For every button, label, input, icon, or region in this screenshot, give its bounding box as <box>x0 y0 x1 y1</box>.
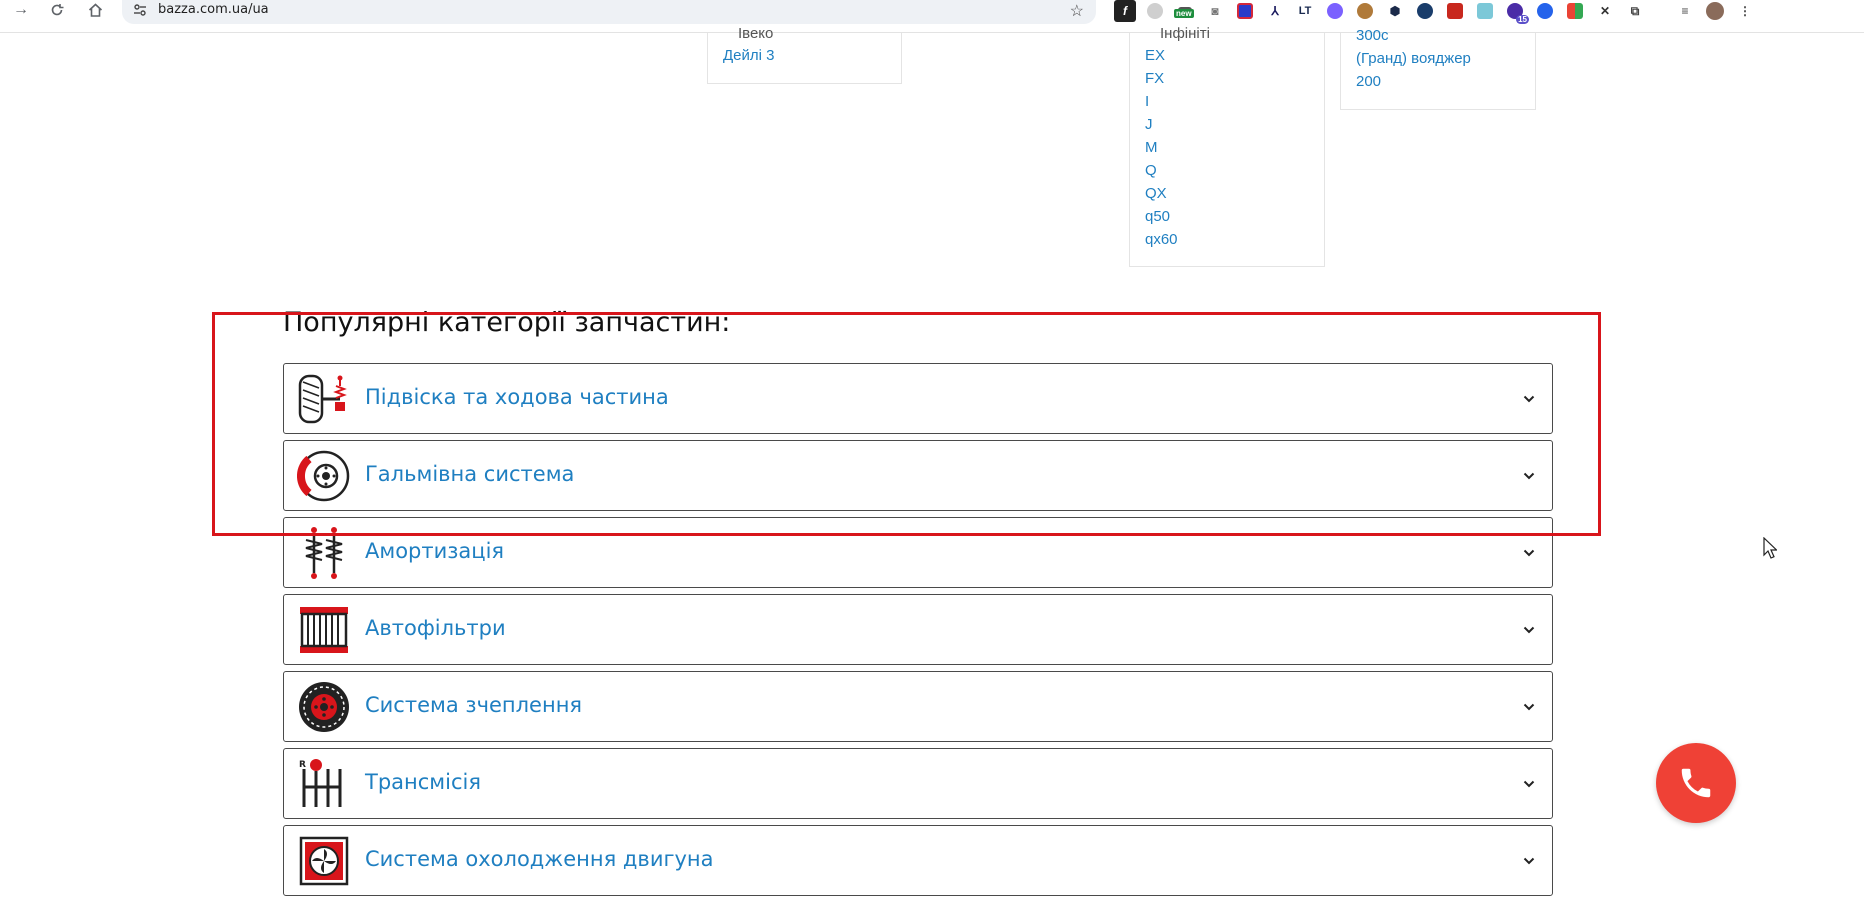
model-link[interactable]: J <box>1145 116 1153 133</box>
extension-check-icon[interactable] <box>1234 0 1256 22</box>
extension-cookie-icon[interactable] <box>1354 0 1376 22</box>
category-item-suspension[interactable]: Підвіска та ходова частина <box>283 363 1553 434</box>
filter-icon <box>300 607 348 653</box>
section-title: Популярні категорії запчастин: <box>283 307 731 338</box>
shock-absorber-icon <box>305 527 343 579</box>
model-link[interactable]: Q <box>1145 162 1157 179</box>
new-badge: new <box>1174 9 1194 18</box>
profile-avatar[interactable] <box>1704 0 1726 22</box>
chevron-down-icon <box>1523 472 1535 480</box>
extension-close-icon[interactable]: ✕ <box>1594 0 1616 22</box>
category-accordion: Підвіска та ходова частина Гальмівна сис… <box>283 363 1553 901</box>
browser-toolbar: → bazza.com.ua/ua ☆ f new ◙ ⅄ LT ⬢ 15 ✕ … <box>0 0 1864 33</box>
extensions-puzzle-icon[interactable]: ⧉ <box>1624 0 1646 22</box>
category-label: Підвіска та ходова частина <box>365 385 669 409</box>
extension-new-icon[interactable]: new <box>1174 0 1196 22</box>
mouse-cursor-icon <box>1763 537 1777 559</box>
model-link[interactable]: q50 <box>1145 208 1170 225</box>
reading-list-icon[interactable]: ≡ <box>1674 0 1696 22</box>
reload-icon[interactable] <box>44 0 70 20</box>
category-item-clutch[interactable]: Система зчеплення <box>283 671 1553 742</box>
category-item-transmission[interactable]: R Трансмісія <box>283 748 1553 819</box>
model-link[interactable]: Дейлі 3 <box>723 47 774 64</box>
menu-kebab-icon[interactable]: ⋮ <box>1734 0 1756 22</box>
extension-grey-icon[interactable] <box>1144 0 1166 22</box>
extension-camera-icon[interactable]: ◙ <box>1204 0 1226 22</box>
model-link[interactable]: QX <box>1145 185 1167 202</box>
extension-screen-icon[interactable] <box>1474 0 1496 22</box>
model-link[interactable]: M <box>1145 139 1158 156</box>
gearshift-icon: R <box>299 759 342 807</box>
chevron-down-icon <box>1523 549 1535 557</box>
extension-tree-icon[interactable]: ⅄ <box>1264 0 1286 22</box>
address-bar[interactable]: bazza.com.ua/ua ☆ <box>122 0 1096 24</box>
brand-name: Івеко <box>738 25 774 42</box>
url-text: bazza.com.ua/ua <box>158 2 269 17</box>
brake-disc-icon <box>297 450 350 502</box>
category-item-filters[interactable]: Автофільтри <box>283 594 1553 665</box>
extension-cap-icon[interactable]: 15 <box>1504 0 1529 24</box>
extension-badge-count: 15 <box>1516 15 1529 24</box>
category-label: Амортизація <box>365 539 505 563</box>
category-label: Трансмісія <box>365 770 481 794</box>
bookmark-star-icon[interactable]: ☆ <box>1070 1 1084 21</box>
brand-name: Інфініті <box>1160 25 1210 42</box>
model-link[interactable]: I <box>1145 93 1149 110</box>
forward-icon[interactable]: → <box>8 0 34 20</box>
extension-hex-icon[interactable]: ⬢ <box>1384 0 1406 22</box>
category-label: Система охолодження двигуна <box>365 847 714 871</box>
category-label: Система зчеплення <box>365 693 583 717</box>
extension-gear-icon[interactable] <box>1324 0 1346 22</box>
extension-blue-dot-icon[interactable] <box>1534 0 1556 22</box>
extension-fx-icon[interactable]: f <box>1114 0 1136 22</box>
brand-card-iveco: Івеко Дейлі 3 <box>707 25 902 84</box>
radiator-icon <box>299 836 349 886</box>
category-label: Автофільтри <box>365 616 506 640</box>
brand-card-infiniti: Інфініті EX FX I J M Q QX q50 qx60 <box>1129 25 1325 267</box>
site-info-icon[interactable] <box>132 2 148 18</box>
extension-s-icon[interactable] <box>1444 0 1466 22</box>
chevron-down-icon <box>1523 857 1535 865</box>
extension-google-icon[interactable] <box>1564 0 1586 22</box>
brand-card-chrysler: 300c (Гранд) вояджер 200 <box>1340 27 1536 110</box>
home-icon[interactable] <box>82 0 108 20</box>
extensions-bar: f new ◙ ⅄ LT ⬢ 15 ✕ ⧉ ≡ ⋮ <box>1114 0 1756 24</box>
model-link[interactable]: 200 <box>1356 73 1381 90</box>
suspension-icon <box>298 374 347 424</box>
phone-icon <box>1681 768 1711 798</box>
model-link[interactable]: (Гранд) вояджер <box>1356 50 1471 67</box>
category-label: Гальмівна система <box>365 462 575 486</box>
extension-lt-icon[interactable]: LT <box>1294 0 1316 22</box>
call-button[interactable] <box>1656 743 1736 823</box>
model-link[interactable]: EX <box>1145 47 1165 64</box>
extension-key-icon[interactable] <box>1414 0 1436 22</box>
model-link[interactable]: qx60 <box>1145 231 1178 248</box>
svg-text:R: R <box>299 760 306 770</box>
chevron-down-icon <box>1523 703 1535 711</box>
chevron-down-icon <box>1523 626 1535 634</box>
chevron-down-icon <box>1523 780 1535 788</box>
category-item-brakes[interactable]: Гальмівна система <box>283 440 1553 511</box>
model-link[interactable]: FX <box>1145 70 1164 87</box>
chevron-down-icon <box>1523 395 1535 403</box>
model-link[interactable]: 300c <box>1356 27 1389 44</box>
category-item-shock-absorbers[interactable]: Амортизація <box>283 517 1553 588</box>
category-item-cooling[interactable]: Система охолодження двигуна <box>283 825 1553 896</box>
clutch-icon <box>299 682 349 732</box>
